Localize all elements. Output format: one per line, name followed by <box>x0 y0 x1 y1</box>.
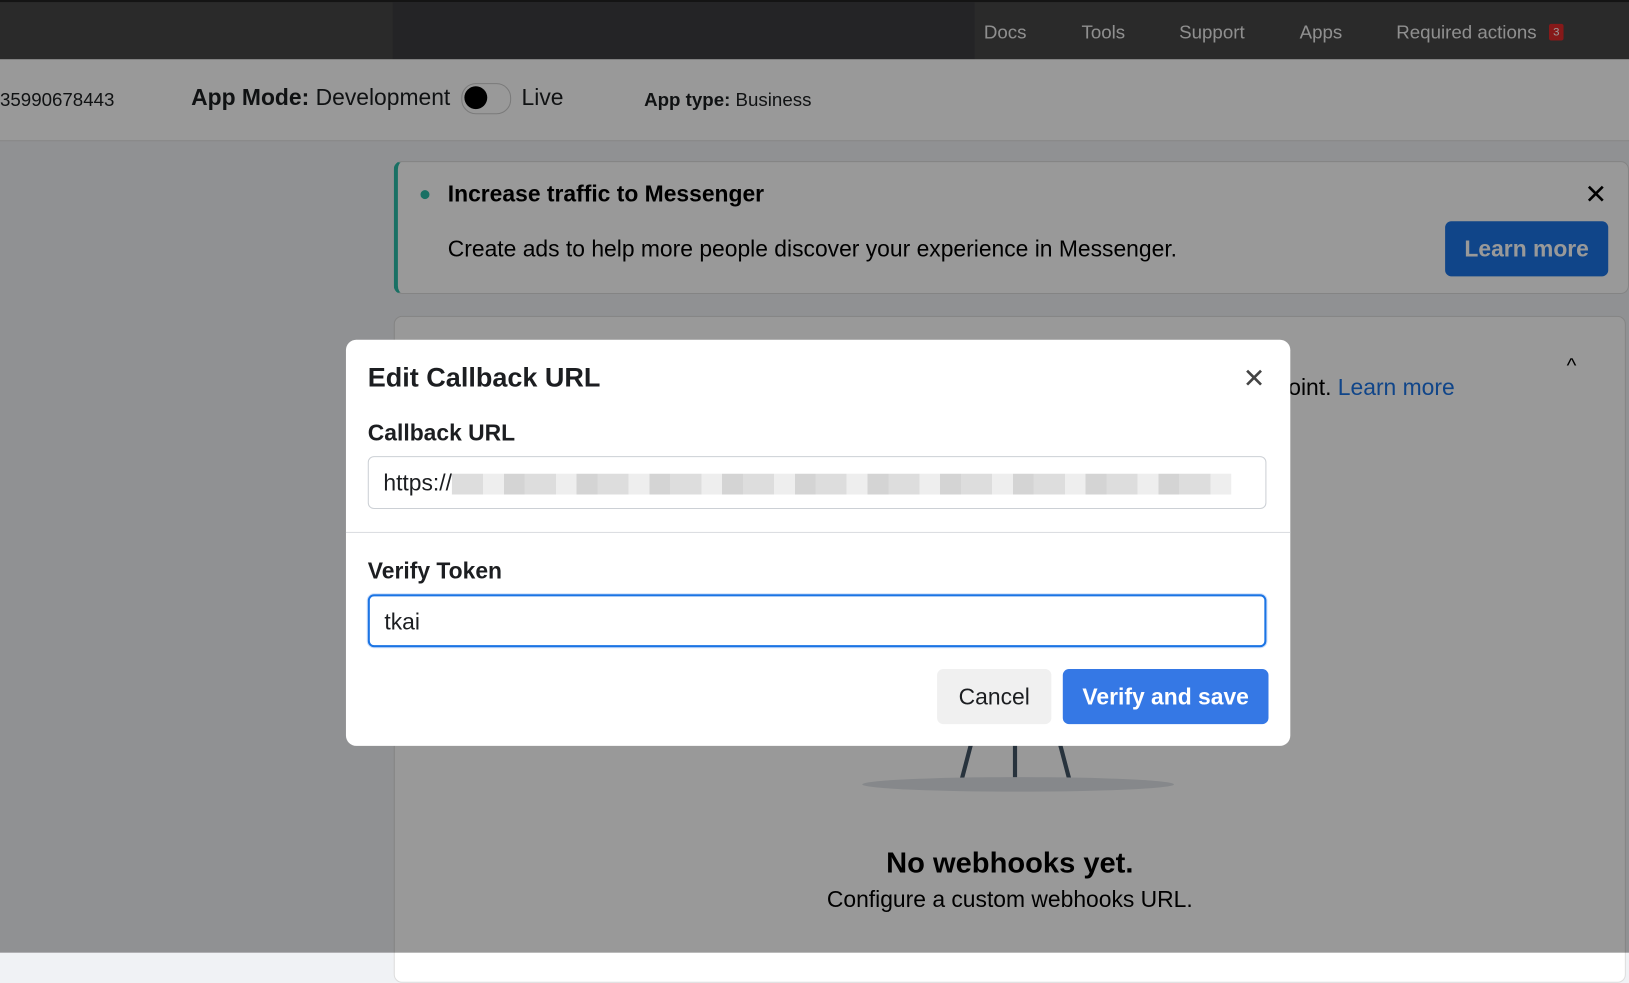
dialog-title: Edit Callback URL <box>367 361 601 393</box>
verify-and-save-button[interactable]: Verify and save <box>1062 669 1269 725</box>
divider <box>345 531 1291 533</box>
callback-url-input[interactable]: https:// <box>367 456 1267 510</box>
verify-token-label: Verify Token <box>367 557 502 584</box>
close-icon[interactable]: ✕ <box>1243 363 1266 395</box>
edit-callback-url-dialog: Edit Callback URL ✕ Callback URL https:/… <box>345 339 1291 746</box>
cancel-button[interactable]: Cancel <box>937 669 1052 725</box>
callback-url-label: Callback URL <box>367 419 516 446</box>
redacted-url <box>451 473 1232 495</box>
verify-token-input[interactable]: tkai <box>367 594 1267 648</box>
